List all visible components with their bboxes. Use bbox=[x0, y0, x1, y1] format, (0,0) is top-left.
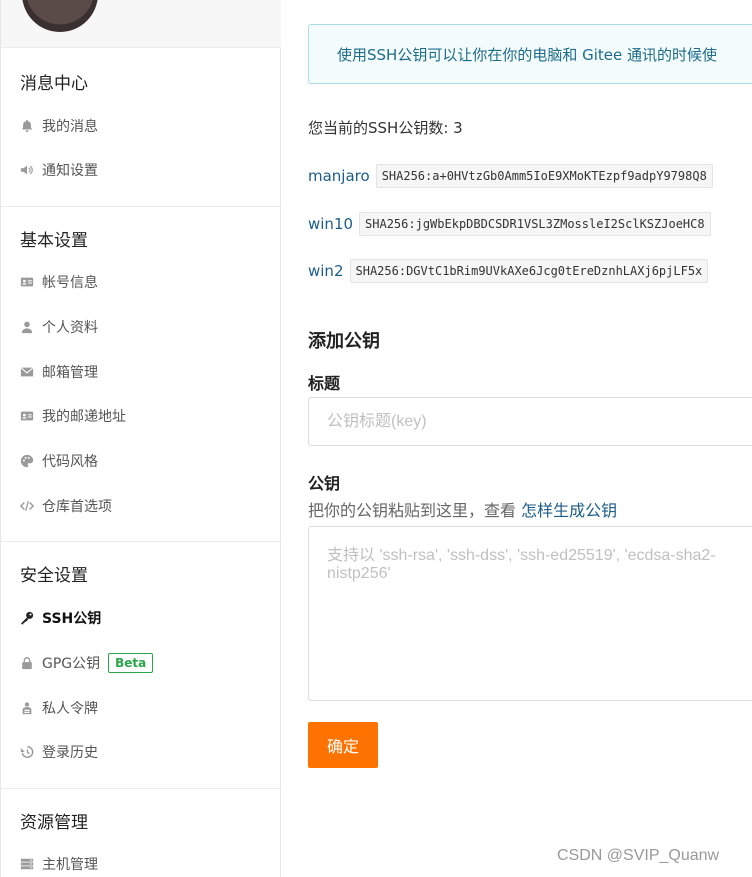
avatar[interactable] bbox=[22, 0, 98, 32]
sidebar-item-account-info[interactable]: 帐号信息 bbox=[20, 270, 98, 294]
key-title-input[interactable] bbox=[308, 397, 752, 446]
key-hint: 把你的公钥粘贴到这里，查看 怎样生成公钥 bbox=[308, 497, 617, 521]
address-card-icon bbox=[20, 409, 34, 423]
sidebar-item-label: 邮箱管理 bbox=[42, 365, 98, 381]
add-key-heading: 添加公钥 bbox=[308, 331, 380, 352]
speaker-icon bbox=[20, 163, 34, 177]
section-divider bbox=[1, 788, 281, 789]
info-text: 使用SSH公钥可以让你在你的电脑和 Gitee 通讯的时候使 bbox=[337, 46, 717, 64]
sidebar-item-label: 主机管理 bbox=[42, 857, 98, 873]
sidebar-item-label: 个人资料 bbox=[42, 320, 98, 336]
sidebar-item-repo-preferences[interactable]: 仓库首选项 bbox=[20, 494, 112, 518]
ssh-key-row: win10 SHA256:jgWbEkpDBDCSDR1VSL3ZMossleI… bbox=[308, 211, 711, 237]
sidebar-item-label: 仓库首选项 bbox=[42, 499, 112, 515]
key-field-label: 公钥 bbox=[308, 474, 341, 493]
csdn-watermark: CSDN @SVIP_Quanw bbox=[557, 847, 720, 864]
ssh-key-count: 您当前的SSH公钥数: 3 bbox=[308, 119, 463, 137]
lock-icon bbox=[20, 656, 34, 670]
user-icon bbox=[20, 320, 34, 334]
section-title-messages: 消息中心 bbox=[20, 74, 88, 94]
ssh-key-name[interactable]: win2 bbox=[308, 262, 344, 280]
ssh-key-fingerprint: SHA256:jgWbEkpDBDCSDR1VSL3ZMossleI2SclKS… bbox=[359, 212, 711, 236]
sidebar-item-gpg-keys[interactable]: GPG公钥 Beta bbox=[20, 651, 154, 675]
submit-button[interactable]: 确定 bbox=[308, 722, 378, 768]
sidebar-item-private-tokens[interactable]: 私人令牌 bbox=[20, 696, 98, 720]
sidebar-item-ssh-keys[interactable]: SSH公钥 bbox=[20, 606, 101, 630]
section-divider bbox=[1, 206, 281, 207]
sidebar-item-address[interactable]: 我的邮递地址 bbox=[20, 404, 126, 428]
how-to-generate-key-link[interactable]: 怎样生成公钥 bbox=[521, 501, 617, 520]
sidebar-item-login-history[interactable]: 登录历史 bbox=[20, 740, 98, 764]
sidebar-item-host-management[interactable]: 主机管理 bbox=[20, 852, 98, 876]
sidebar-item-email[interactable]: 邮箱管理 bbox=[20, 360, 98, 384]
ssh-key-row: manjaro SHA256:a+0HVtzGb0Amm5IoE9XMoKTEz… bbox=[308, 163, 713, 189]
ssh-key-row: win2 SHA256:DGVtC1bRim9UVkAXe6Jcg0tEreDz… bbox=[308, 258, 709, 284]
section-divider bbox=[1, 541, 281, 542]
token-icon bbox=[20, 701, 34, 715]
beta-badge: Beta bbox=[108, 653, 154, 673]
sidebar-item-profile[interactable]: 个人资料 bbox=[20, 315, 98, 339]
title-field-label: 标题 bbox=[308, 374, 341, 393]
sidebar-item-my-messages[interactable]: 我的消息 bbox=[20, 114, 98, 138]
public-key-textarea[interactable] bbox=[308, 526, 752, 701]
sidebar-item-label: 代码风格 bbox=[42, 454, 98, 470]
section-title-resources: 资源管理 bbox=[20, 813, 88, 833]
sidebar-item-label: 登录历史 bbox=[42, 745, 98, 761]
bell-icon bbox=[20, 119, 34, 133]
id-card-icon bbox=[20, 275, 34, 289]
sidebar-item-label: 我的消息 bbox=[42, 119, 98, 135]
sidebar-item-notification-settings[interactable]: 通知设置 bbox=[20, 158, 98, 182]
ssh-key-name[interactable]: manjaro bbox=[308, 167, 370, 185]
section-title-security: 安全设置 bbox=[20, 566, 88, 586]
ssh-key-fingerprint: SHA256:DGVtC1bRim9UVkAXe6Jcg0tEreDznhLAX… bbox=[349, 259, 709, 283]
settings-sidebar: 消息中心 我的消息 通知设置 基本设置 帐号信息 个人资料 邮箱管理 我的邮递地… bbox=[0, 0, 281, 877]
key-icon bbox=[20, 611, 34, 625]
ssh-info-alert: 使用SSH公钥可以让你在你的电脑和 Gitee 通讯的时候使 bbox=[308, 24, 752, 84]
history-icon bbox=[20, 745, 34, 759]
sidebar-item-label: 帐号信息 bbox=[42, 275, 98, 291]
code-icon bbox=[20, 499, 34, 513]
profile-header bbox=[1, 0, 281, 48]
ssh-key-name[interactable]: win10 bbox=[308, 215, 353, 233]
envelope-icon bbox=[20, 365, 34, 379]
palette-icon bbox=[20, 454, 34, 468]
sidebar-item-label: 通知设置 bbox=[42, 163, 98, 179]
server-icon bbox=[20, 857, 34, 871]
sidebar-item-label: 我的邮递地址 bbox=[42, 409, 126, 425]
sidebar-item-label: GPG公钥 bbox=[42, 656, 101, 672]
sidebar-item-label: SSH公钥 bbox=[42, 611, 102, 627]
ssh-key-fingerprint: SHA256:a+0HVtzGb0Amm5IoE9XMoKTEzpf9adpY9… bbox=[375, 164, 713, 188]
hint-text: 把你的公钥粘贴到这里，查看 bbox=[308, 501, 522, 520]
sidebar-item-code-style[interactable]: 代码风格 bbox=[20, 449, 98, 473]
section-title-basic: 基本设置 bbox=[20, 231, 88, 251]
sidebar-item-label: 私人令牌 bbox=[42, 701, 98, 717]
